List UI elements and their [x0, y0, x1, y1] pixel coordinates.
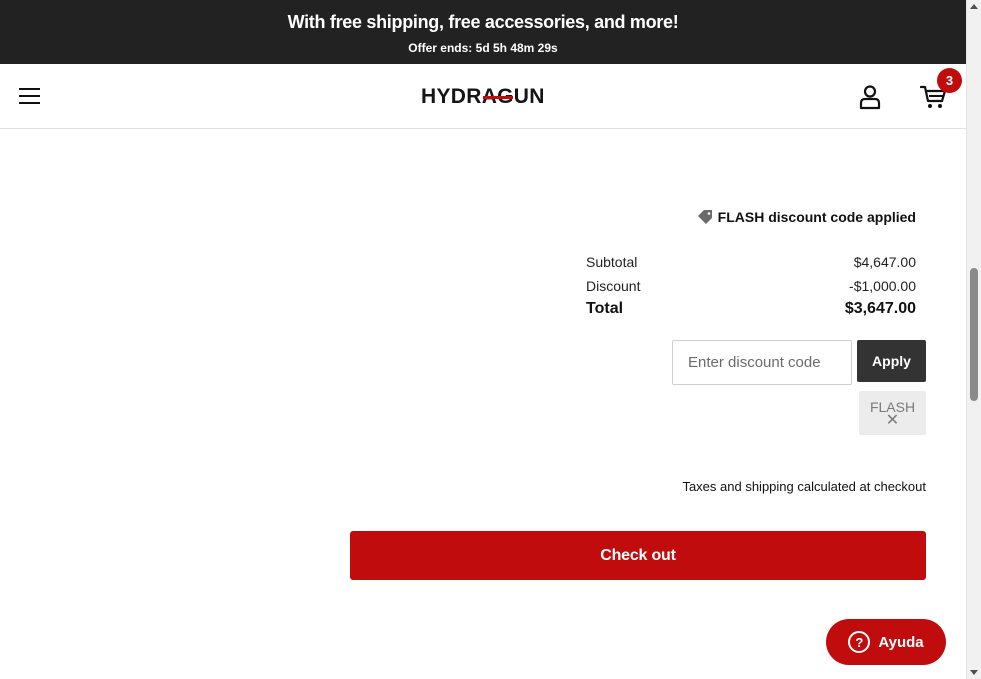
discount-value: -$1,000.00 — [849, 278, 916, 294]
applied-code-chip[interactable]: FLASH ✕ — [859, 391, 926, 435]
account-button[interactable] — [858, 84, 882, 110]
help-label: Ayuda — [878, 633, 924, 651]
menu-button[interactable] — [19, 88, 41, 106]
discount-code-input[interactable] — [672, 340, 852, 385]
offer-countdown: Offer ends: 5d 5h 48m 29s — [408, 41, 558, 55]
user-icon — [859, 85, 881, 110]
total-label: Total — [586, 300, 624, 317]
announcement-headline: With free shipping, free accessories, an… — [287, 12, 679, 32]
subtotal-label: Subtotal — [586, 254, 638, 270]
scroll-thumb[interactable] — [970, 268, 978, 401]
help-button[interactable]: ? Ayuda — [826, 619, 946, 665]
discount-applied-text: FLASH discount code applied — [717, 209, 916, 225]
scroll-up-arrow-icon[interactable] — [970, 4, 978, 9]
total-value: $3,647.00 — [844, 300, 916, 317]
discount-row: Discount -$1,000.00 — [586, 278, 916, 294]
discount-applied-notice: FLASH discount code applied — [697, 209, 916, 225]
logo-accent — [483, 96, 513, 99]
subtotal-value: $4,647.00 — [853, 254, 916, 270]
scroll-down-arrow-icon[interactable] — [970, 670, 978, 675]
subtotal-row: Subtotal $4,647.00 — [586, 254, 916, 270]
apply-discount-button[interactable]: Apply — [857, 340, 926, 382]
hamburger-icon — [19, 88, 40, 90]
close-icon[interactable]: ✕ — [859, 413, 926, 429]
tax-shipping-note: Taxes and shipping calculated at checkou… — [682, 479, 926, 494]
cart-count-badge: 3 — [937, 68, 962, 93]
discount-label: Discount — [586, 278, 641, 294]
announcement-bar: With free shipping, free accessories, an… — [0, 0, 966, 64]
page-scrollbar[interactable] — [966, 0, 981, 679]
site-header: HYDRAGUN — [0, 64, 966, 129]
question-icon: ? — [848, 631, 871, 653]
tag-icon — [697, 210, 712, 224]
total-row: Total $3,647.00 — [586, 300, 916, 318]
site-logo[interactable]: HYDRAGUN — [421, 85, 545, 109]
checkout-button[interactable]: Check out — [350, 531, 926, 580]
